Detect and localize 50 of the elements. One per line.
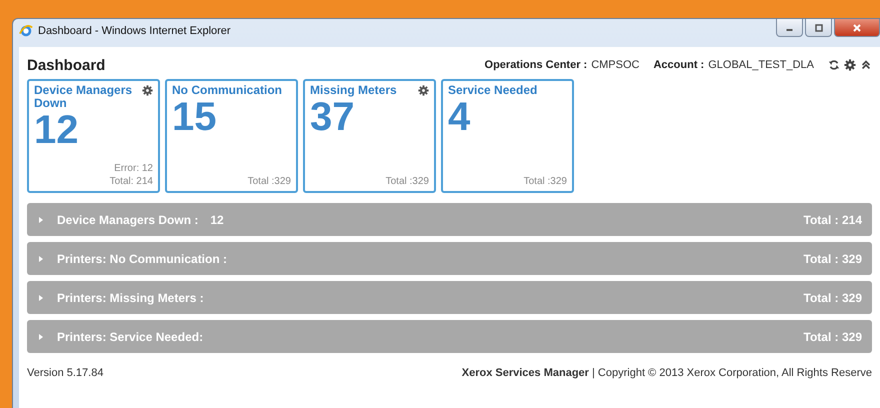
section-value: 12 (210, 212, 224, 226)
summary-card[interactable]: Device Managers Down 12 Error: 12 Total: 214 (27, 79, 160, 193)
section-total: Total : 329 (804, 252, 862, 266)
summary-card[interactable]: Missing Meters 37 Total :329 (303, 79, 436, 193)
account-value: GLOBAL_TEST_DLA (708, 59, 814, 71)
section-bar[interactable]: Printers: Service Needed: Total : 329 (27, 320, 872, 353)
section-total: Total : 329 (804, 290, 862, 304)
minimize-icon (786, 29, 793, 31)
copyright-text: Xerox Services Manager | Copyright © 2013 Xerox Corporation, All Rights Reserve (462, 367, 872, 379)
settings-icon[interactable] (418, 85, 429, 96)
card-title: Device Managers Down (34, 84, 134, 110)
section-label: Device Managers Down : (57, 212, 198, 226)
section-label: Printers: Service Needed: (57, 330, 204, 344)
section-total: Total : 329 (804, 330, 862, 344)
card-detail: Total :329 (386, 175, 429, 188)
maximize-icon (814, 22, 824, 32)
page-title: Dashboard (27, 56, 106, 74)
card-detail: Total :329 (524, 175, 567, 188)
window-title: Dashboard - Windows Internet Explorer (38, 25, 231, 37)
section-label: Printers: No Communication : (57, 252, 228, 266)
settings-icon[interactable] (844, 59, 856, 71)
refresh-icon[interactable] (828, 59, 840, 71)
section-label: Printers: Missing Meters : (57, 290, 204, 304)
browser-logo-icon (19, 24, 33, 38)
summary-card[interactable]: No Communication 15 Total :329 (165, 79, 298, 193)
card-detail: Total :329 (248, 175, 291, 188)
card-detail: Total: 214 (110, 175, 153, 188)
operations-center-label: Operations Center : (484, 59, 588, 71)
maximize-button[interactable] (805, 19, 832, 37)
card-title: Service Needed (448, 84, 538, 97)
section-bar[interactable]: Printers: Missing Meters : Total : 329 (27, 281, 872, 314)
card-count: 12 (34, 110, 80, 150)
settings-icon[interactable] (142, 85, 153, 96)
section-bar[interactable]: Device Managers Down : 12 Total : 214 (27, 203, 872, 236)
operations-center-value: CMPSOC (591, 59, 640, 71)
card-count: 15 (172, 97, 218, 137)
collapse-icon[interactable] (860, 59, 872, 71)
section-total: Total : 214 (804, 212, 862, 226)
version-text: Version 5.17.84 (27, 367, 104, 379)
card-detail: Error: 12 (114, 162, 153, 175)
close-icon (852, 22, 862, 32)
card-count: 37 (310, 97, 356, 137)
summary-card[interactable]: Service Needed 4 Total :329 (441, 79, 574, 193)
close-button[interactable] (834, 19, 880, 37)
section-bar[interactable]: Printers: No Communication : Total : 329 (27, 242, 872, 275)
account-label: Account : (653, 59, 704, 71)
card-title: No Communication (172, 84, 282, 97)
card-count: 4 (448, 97, 472, 137)
card-title: Missing Meters (310, 84, 397, 97)
minimize-button[interactable] (776, 19, 803, 37)
